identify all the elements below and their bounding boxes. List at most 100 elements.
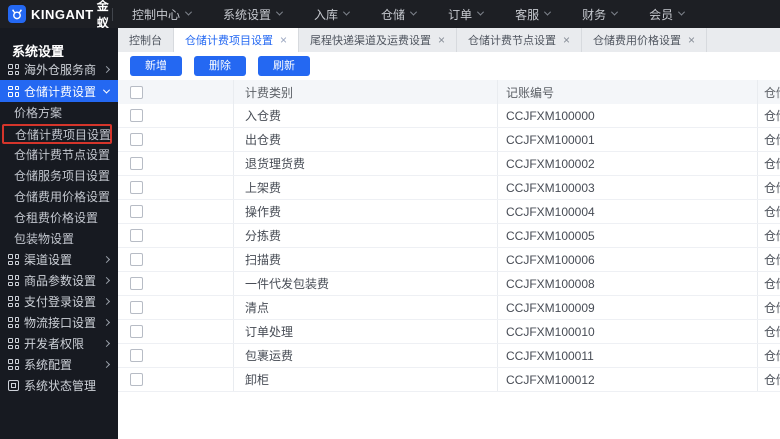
code-value: CCJFXM100000: [506, 108, 595, 123]
table-row: 卸柜 CCJFXM100012 仓储: [118, 368, 780, 392]
add-button[interactable]: 新增: [130, 56, 182, 76]
brand-name: KINGANT: [31, 6, 94, 22]
table-row: 退货理货费 CCJFXM100002 仓储: [118, 152, 780, 176]
chevron-down-icon: [275, 8, 284, 16]
nav-item[interactable]: 系统设置: [207, 0, 298, 28]
close-icon[interactable]: ×: [280, 34, 287, 46]
row-checkbox[interactable]: [130, 133, 143, 146]
tab-bar: 控制台 仓储计费项目设置 × 尾程快递渠道及运费设置 × 仓储计费节点设置 × 仓储费用价格设…: [118, 28, 780, 52]
code-value: CCJFXM100012: [506, 372, 595, 387]
sidebar-subitem[interactable]: 仓储计费项目设置: [2, 124, 112, 144]
sidebar-subitem[interactable]: 包装物设置: [0, 228, 118, 249]
sidebar-group-item[interactable]: 支付登录设置: [0, 291, 118, 312]
sidebar-subitem[interactable]: 仓租费价格设置: [0, 207, 118, 228]
category-value: 入仓费: [245, 109, 282, 123]
sidebar-group-item[interactable]: 商品参数设置: [0, 270, 118, 291]
close-icon[interactable]: ×: [688, 34, 695, 46]
tab-label: 尾程快递渠道及运费设置: [310, 35, 432, 47]
chevron-down-icon: [184, 8, 193, 16]
row-checkbox[interactable]: [130, 253, 143, 266]
sidebar-group-item[interactable]: 开发者权限: [0, 333, 118, 354]
column-header-label: 记账编号: [506, 85, 555, 100]
content-area: 控制台 仓储计费项目设置 × 尾程快递渠道及运费设置 × 仓储计费节点设置 × 仓储费用价格设…: [118, 28, 780, 439]
category-cell: 退货理货费: [233, 152, 497, 175]
tab[interactable]: 仓储费用价格设置 ×: [582, 28, 708, 52]
nav-item-label: 订单: [448, 7, 473, 22]
row-checkbox[interactable]: [130, 301, 143, 314]
nav-item[interactable]: 订单: [432, 0, 499, 28]
sidebar-menu: 海外仓服务商仓储计费设置 价格方案仓储计费项目设置仓储计费节点设置 仓储服务项目设置…: [0, 59, 118, 396]
delete-button[interactable]: 删除: [194, 56, 246, 76]
code-value: CCJFXM100011: [506, 348, 594, 363]
nav-item-label: 入库: [314, 7, 339, 22]
sidebar-subitem[interactable]: 价格方案: [0, 102, 118, 123]
nav-item[interactable]: 控制中心: [116, 0, 207, 28]
row-select-cell: [118, 248, 233, 271]
nav-item[interactable]: 入库: [298, 0, 365, 28]
tab[interactable]: 仓储计费项目设置 ×: [174, 28, 300, 52]
nav-item[interactable]: 会员: [633, 0, 700, 28]
sidebar-group-item[interactable]: 系统配置: [0, 354, 118, 375]
row-select-cell: [118, 176, 233, 199]
row-checkbox[interactable]: [130, 205, 143, 218]
clipped-cell: 仓储: [757, 224, 780, 247]
close-icon[interactable]: ×: [438, 34, 445, 46]
tab-label: 仓储计费项目设置: [185, 35, 273, 47]
chevron-right-icon: [102, 255, 111, 264]
sidebar-group-item[interactable]: 物流接口设置: [0, 312, 118, 333]
clipped-cell: 仓储: [757, 200, 780, 223]
grid-icon: [8, 317, 19, 328]
close-icon[interactable]: ×: [563, 34, 570, 46]
sidebar-group-label: 海外仓服务商: [24, 63, 97, 77]
row-checkbox[interactable]: [130, 325, 143, 338]
sidebar-group-item[interactable]: 系统状态管理: [0, 375, 118, 396]
category-cell: 入仓费: [233, 104, 497, 127]
billing-items-table: 计费类别记账编号仓储 入仓费CCJFXM100000仓储出仓费CCJFXM100…: [118, 80, 780, 392]
chevron-down-icon: [477, 8, 485, 16]
nav-item-label: 会员: [649, 7, 674, 22]
sidebar-subitem[interactable]: 仓储服务项目设置: [0, 165, 118, 186]
top-bar: KINGANT 金蚁 控制中心 系统设置 入库 仓储 订单 客服 财务 会员: [0, 0, 780, 30]
nav-item[interactable]: 客服: [499, 0, 566, 28]
row-checkbox[interactable]: [130, 157, 143, 170]
code-value: CCJFXM100008: [506, 276, 595, 291]
clipped-cell: 仓储: [757, 248, 780, 271]
clipped-cell: 仓储: [757, 104, 780, 127]
refresh-button[interactable]: 刷新: [258, 56, 310, 76]
select-all-checkbox[interactable]: [130, 85, 143, 99]
row-select-cell: [118, 200, 233, 223]
tab[interactable]: 尾程快递渠道及运费设置 ×: [299, 28, 458, 52]
code-cell: CCJFXM100011: [497, 344, 757, 367]
row-checkbox[interactable]: [130, 181, 143, 194]
clipped-value: 仓储: [764, 253, 780, 267]
row-checkbox[interactable]: [130, 349, 143, 362]
sidebar-subitem[interactable]: 仓储费用价格设置: [0, 186, 118, 207]
sidebar-subitem-label: 仓储计费项目设置: [15, 127, 112, 142]
sidebar-group-item[interactable]: 仓储计费设置: [0, 80, 118, 102]
clipped-cell: 仓储: [757, 296, 780, 319]
sidebar-subitem[interactable]: 仓储计费节点设置: [0, 144, 118, 165]
grid-icon: [8, 338, 19, 349]
tab[interactable]: 仓储计费节点设置 ×: [457, 28, 583, 52]
sidebar-group-item[interactable]: 渠道设置: [0, 249, 118, 270]
code-value: CCJFXM100010: [506, 324, 595, 339]
chevron-down-icon: [410, 8, 418, 16]
row-select-cell: [118, 128, 233, 151]
code-value: CCJFXM100002: [506, 156, 595, 171]
nav-item-label: 仓储: [381, 7, 406, 22]
sidebar-group-item[interactable]: 海外仓服务商: [0, 59, 118, 80]
code-cell: CCJFXM100010: [497, 320, 757, 343]
sidebar-subitem-label: 仓租费价格设置: [14, 211, 99, 225]
nav-item[interactable]: 仓储: [365, 0, 432, 28]
category-cell: 分拣费: [233, 224, 497, 247]
nav-item[interactable]: 财务: [566, 0, 633, 28]
clipped-cell: 仓储: [757, 272, 780, 295]
tab-label: 仓储计费节点设置: [468, 35, 557, 47]
row-select-cell: [118, 344, 233, 367]
row-checkbox[interactable]: [130, 373, 143, 386]
tab[interactable]: 控制台: [118, 28, 174, 52]
row-checkbox[interactable]: [130, 109, 143, 122]
row-checkbox[interactable]: [130, 277, 143, 290]
chevron-right-icon: [102, 297, 111, 306]
row-checkbox[interactable]: [130, 229, 143, 242]
